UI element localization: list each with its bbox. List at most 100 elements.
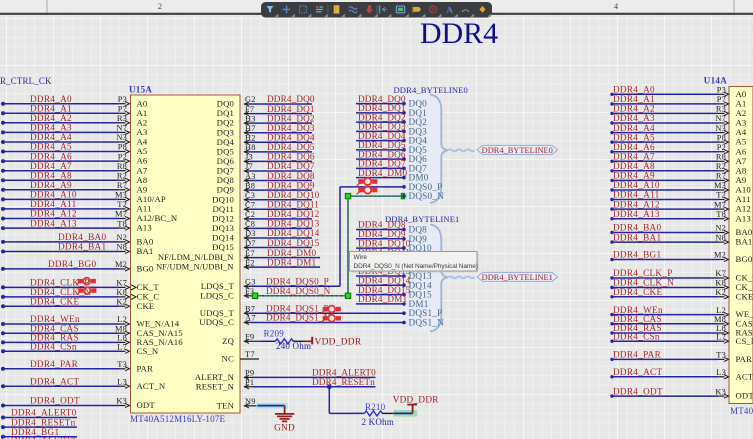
svg-text:DDR4_A13: DDR4_A13 xyxy=(30,218,77,228)
svg-text:DDR4_A9: DDR4_A9 xyxy=(613,171,655,181)
svg-text:DDR4_CKE: DDR4_CKE xyxy=(613,287,662,297)
svg-text:DDR4_A1: DDR4_A1 xyxy=(30,104,72,114)
svg-text:K3: K3 xyxy=(715,387,726,396)
svg-text:A10/AP: A10/AP xyxy=(137,194,166,204)
svg-text:DQ3: DQ3 xyxy=(217,127,234,137)
svg-text:M2: M2 xyxy=(714,251,726,260)
svg-text:DQS0_N: DQS0_N xyxy=(409,191,445,201)
svg-text:PAR: PAR xyxy=(736,354,753,364)
svg-text:A0: A0 xyxy=(137,98,148,108)
svg-text:T8: T8 xyxy=(117,219,127,228)
svg-text:L2: L2 xyxy=(117,315,127,324)
svg-text:A0: A0 xyxy=(736,89,747,99)
svg-text:DDR4_DM1: DDR4_DM1 xyxy=(267,257,316,267)
svg-text:A4: A4 xyxy=(736,127,747,137)
svg-text:E7: E7 xyxy=(245,249,255,258)
svg-text:DDR4_A5: DDR4_A5 xyxy=(613,132,655,142)
svg-text:NC: NC xyxy=(222,354,234,364)
svg-text:J7: J7 xyxy=(245,162,253,171)
svg-text:DDR4_A1: DDR4_A1 xyxy=(613,94,655,104)
svg-text:DDR4_A4: DDR4_A4 xyxy=(613,123,655,133)
svg-text:DDR4_A4: DDR4_A4 xyxy=(30,132,72,142)
svg-text:BA1: BA1 xyxy=(137,246,154,256)
svg-text:E2: E2 xyxy=(245,258,255,267)
svg-text:A6: A6 xyxy=(137,156,148,166)
svg-text:A8: A8 xyxy=(736,165,747,175)
svg-text:DDR4_A12: DDR4_A12 xyxy=(30,209,77,219)
svg-text:F7: F7 xyxy=(245,105,254,114)
svg-text:A1: A1 xyxy=(736,99,747,109)
svg-text:DDR4_A11: DDR4_A11 xyxy=(613,190,660,200)
svg-text:H7: H7 xyxy=(245,124,256,133)
svg-text:K8: K8 xyxy=(116,288,127,297)
svg-text:N3: N3 xyxy=(715,124,726,133)
svg-text:DQ1: DQ1 xyxy=(217,108,234,118)
svg-text:DDR4_DQ2: DDR4_DQ2 xyxy=(267,113,315,123)
svg-text:T3: T3 xyxy=(716,351,726,360)
svg-text:A1: A1 xyxy=(137,108,148,118)
svg-text:TEN: TEN xyxy=(217,400,235,410)
svg-text:P8: P8 xyxy=(118,143,127,152)
svg-text:K7: K7 xyxy=(116,279,127,288)
svg-text:L8: L8 xyxy=(117,334,127,343)
svg-text:BG0: BG0 xyxy=(736,254,753,264)
svg-text:R2: R2 xyxy=(117,171,127,180)
svg-text:DDR4_A10: DDR4_A10 xyxy=(613,180,660,190)
svg-text:T2: T2 xyxy=(117,200,127,209)
svg-text:D3: D3 xyxy=(245,229,256,238)
svg-text:DDR4_A8: DDR4_A8 xyxy=(30,170,72,180)
svg-text:DDR4: DDR4 xyxy=(420,17,498,50)
svg-text:DDR4_CLK_P: DDR4_CLK_P xyxy=(613,268,673,278)
svg-text:DDR4_RESETn: DDR4_RESETn xyxy=(11,417,76,427)
svg-text:DDR4_A7: DDR4_A7 xyxy=(30,161,72,171)
svg-text:DDR4_DQ12: DDR4_DQ12 xyxy=(267,209,320,219)
svg-text:M7: M7 xyxy=(714,200,726,209)
svg-text:N8: N8 xyxy=(715,233,726,242)
svg-text:DDR4_DQ6: DDR4_DQ6 xyxy=(267,152,315,162)
svg-text:VDD_DDR: VDD_DDR xyxy=(315,337,362,347)
svg-text:G3: G3 xyxy=(245,278,256,287)
svg-text:DDR4_DQS0_P: DDR4_DQS0_P xyxy=(266,277,329,287)
svg-text:K7: K7 xyxy=(715,269,726,278)
svg-text:J3: J3 xyxy=(245,153,253,162)
svg-text:M8: M8 xyxy=(714,315,726,324)
svg-text:B7: B7 xyxy=(245,304,255,313)
svg-text:P2: P2 xyxy=(717,143,726,152)
svg-text:BG0: BG0 xyxy=(137,264,154,274)
svg-text:DDR4_DQ3: DDR4_DQ3 xyxy=(267,123,315,133)
svg-text:CS_N: CS_N xyxy=(736,336,753,346)
svg-text:M2: M2 xyxy=(115,260,127,269)
svg-text:C3: C3 xyxy=(245,191,255,200)
svg-text:H3: H3 xyxy=(245,114,256,123)
svg-text:DDR4_ODT: DDR4_ODT xyxy=(30,396,80,406)
svg-text:DDR4_A6: DDR4_A6 xyxy=(613,142,655,152)
svg-text:ZQ: ZQ xyxy=(222,336,234,346)
svg-text:N2: N2 xyxy=(116,233,127,242)
svg-text:DDR4_DM1: DDR4_DM1 xyxy=(358,294,407,304)
svg-text:ODT: ODT xyxy=(736,391,753,401)
svg-text:A7: A7 xyxy=(137,165,148,175)
svg-text:LDQS_C: LDQS_C xyxy=(200,290,234,300)
svg-text:A3: A3 xyxy=(736,118,747,128)
svg-text:GND: GND xyxy=(274,423,295,433)
svg-text:DDR4_ALERT1: DDR4_ALERT1 xyxy=(11,436,77,439)
svg-text:DQ10: DQ10 xyxy=(212,194,234,204)
svg-text:DQ2: DQ2 xyxy=(217,118,234,128)
svg-text:MT40A512M16LY-107E: MT40A512M16LY-107E xyxy=(730,406,753,416)
svg-text:T3: T3 xyxy=(117,360,127,369)
svg-text:DDR4_PAR: DDR4_PAR xyxy=(613,350,662,360)
svg-text:DDR4_A8: DDR4_A8 xyxy=(613,161,655,171)
svg-text:DDR4_BA1: DDR4_BA1 xyxy=(613,232,661,242)
svg-text:L3: L3 xyxy=(117,377,127,386)
svg-text:BA1: BA1 xyxy=(736,237,753,247)
svg-text:T2: T2 xyxy=(716,191,726,200)
svg-text:DDR4_DQ10: DDR4_DQ10 xyxy=(267,190,320,200)
svg-text:ACT_N: ACT_N xyxy=(736,371,753,381)
svg-text:DDR4_BYTELINE0: DDR4_BYTELINE0 xyxy=(482,146,553,155)
svg-text:CKE: CKE xyxy=(137,301,155,311)
svg-text:CS_N: CS_N xyxy=(137,346,159,356)
svg-text:L7: L7 xyxy=(117,343,127,352)
svg-text:R8: R8 xyxy=(117,162,127,171)
svg-text:DDR4_A5: DDR4_A5 xyxy=(30,142,72,152)
svg-text:DQ12: DQ12 xyxy=(212,213,234,223)
